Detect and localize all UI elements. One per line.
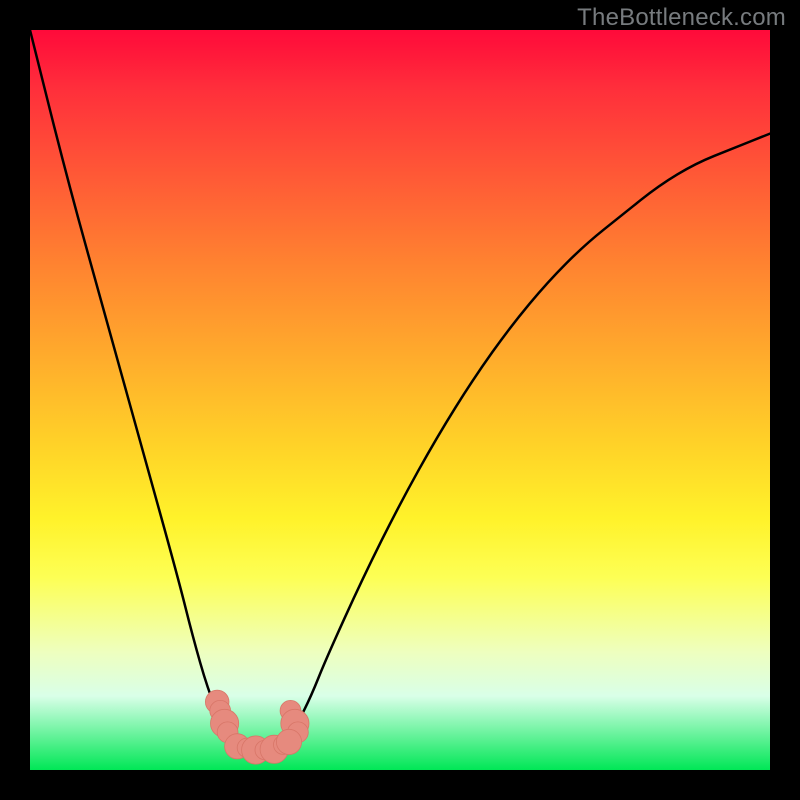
curve-svg [30, 30, 770, 770]
chart-frame: TheBottleneck.com [0, 0, 800, 800]
watermark-text: TheBottleneck.com [577, 4, 786, 32]
marker-group [205, 690, 309, 764]
bottleneck-curve [30, 30, 770, 755]
plot-area [30, 30, 770, 770]
data-marker [276, 729, 301, 754]
